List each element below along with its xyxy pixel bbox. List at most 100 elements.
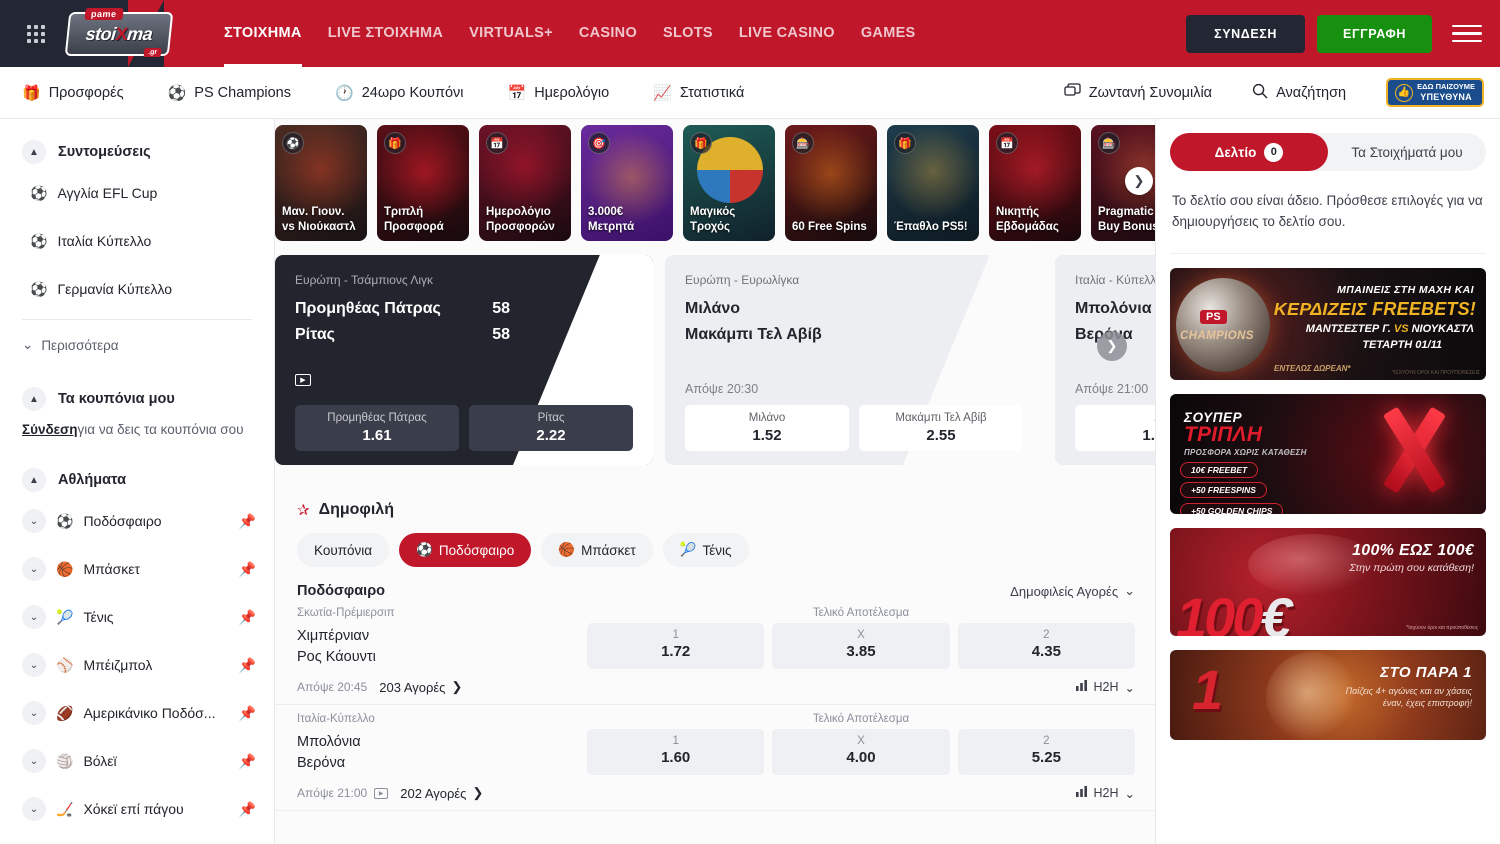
sidebar-item-italy-cup[interactable]: ⚽ Ιταλία Κύπελλο (0, 217, 274, 265)
promo-tile-3[interactable]: 🎯 3.000€ Μετρητά (581, 125, 673, 241)
sidebar-sport-american-football[interactable]: ⌄ 🏈 Αμερικάνικο Ποδόσ... 📌 (0, 689, 274, 737)
chevron-down-icon[interactable]: ⌄ (22, 797, 46, 821)
american-football-icon: 🏈 (56, 705, 73, 722)
subnav-item-24h-coupon[interactable]: 🕐 24ωρο Κουπόνι (335, 84, 464, 102)
video-stream-icon[interactable]: ▶ (374, 788, 388, 799)
promo-banner-ps-champions[interactable]: PS CHAMPIONS ΜΠΑΙΝΕΙΣ ΣΤΗ ΜΑΧΗ ΚΑΙ ΚΕΡΔΙ… (1170, 268, 1486, 380)
promo-tile-5[interactable]: 🎰 60 Free Spins (785, 125, 877, 241)
promo-banner-super-triple[interactable]: ΣΟΥΠΕΡ ΤΡΙΠΛΗ ΠΡΟΣΦΟΡΑ ΧΩΡΙΣ ΚΑΤΑΘΕΣΗ 10… (1170, 394, 1486, 514)
betslip-tab-mybets[interactable]: Τα Στοιχήματά μου (1328, 133, 1486, 171)
banner2-line2: ΤΡΙΠΛΗ (1184, 423, 1262, 447)
chevron-down-icon[interactable]: ⌄ (22, 557, 46, 581)
event-odd-1-2[interactable]: 2 5.25 (958, 729, 1135, 775)
subnav-item-statistics[interactable]: 📈 Στατιστικά (653, 84, 744, 102)
sidebar-section-my-coupons[interactable]: ▲ Τα κουπόνια μου (0, 382, 274, 416)
subnav-label-ps-champions: PS Champions (194, 85, 291, 101)
hamburger-menu-icon[interactable] (1452, 25, 1482, 43)
event-odd-0-1[interactable]: 1 1.72 (587, 623, 764, 669)
register-button[interactable]: ΕΓΓΡΑΦΗ (1317, 15, 1432, 53)
sidebar-item-germany-cup[interactable]: ⚽ Γερμανία Κύπελλο (0, 265, 274, 313)
featured-odd-1-0[interactable]: Μιλάνο 1.52 (685, 405, 849, 451)
pin-icon[interactable]: 📌 (239, 513, 256, 530)
promo-banner-sto-para-1[interactable]: 1 ΣΤΟ ΠΑΡΑ 1 Παίζεις 4+ αγώνες και αν χά… (1170, 650, 1486, 740)
featured-competition-1: Ευρώπη - Ευρωλίγκα (685, 273, 1023, 287)
search-button[interactable]: Αναζήτηση (1252, 83, 1346, 103)
nav-item-stoixima[interactable]: ΣΤΟΙΧΗΜΑ (224, 0, 302, 67)
tab-basketball[interactable]: 🏀 Μπάσκετ (541, 533, 652, 567)
responsible-gaming-badge[interactable]: 👍 ΕΔΩ ΠΑΙΖΟΥΜΕ ΥΠΕΥΘΥΝΑ (1386, 78, 1484, 107)
live-chat-button[interactable]: Ζωντανή Συνομιλία (1064, 83, 1212, 102)
pin-icon[interactable]: 📌 (239, 609, 256, 626)
sidebar-more-button[interactable]: ⌄ Περισσότερα (0, 326, 274, 364)
event-markets-link-1[interactable]: 202 Αγορές ❯ (400, 785, 483, 801)
pin-icon[interactable]: 📌 (239, 753, 256, 770)
chevron-down-icon[interactable]: ⌄ (22, 605, 46, 629)
promo-tile-6[interactable]: 🎁 Έπαθλο PS5! (887, 125, 979, 241)
pin-icon[interactable]: 📌 (239, 657, 256, 674)
featured-odd-1-1[interactable]: Μακάμπι Τελ Αβίβ 2.55 (859, 405, 1023, 451)
featured-match-0[interactable]: Ευρώπη - Τσάμπιονς Λιγκ Προμηθέας Πάτρας… (275, 255, 653, 465)
sidebar-sport-ice-hockey[interactable]: ⌄ 🏒 Χόκεϊ επί πάγου 📌 (0, 785, 274, 833)
apps-grid-icon[interactable] (14, 25, 58, 43)
chevron-down-icon[interactable]: ⌄ (22, 653, 46, 677)
promo-title-6: Έπαθλο PS5! (894, 220, 972, 234)
nav-item-games[interactable]: GAMES (861, 0, 916, 67)
subnav-item-offers[interactable]: 🎁 Προσφορές (22, 84, 124, 102)
chevron-down-icon[interactable]: ⌄ (22, 701, 46, 725)
featured-odd-2-0[interactable]: 1 1.60 (1075, 405, 1155, 451)
pin-icon[interactable]: 📌 (239, 801, 256, 818)
featured-odd-0-0[interactable]: Προμηθέας Πάτρας 1.61 (295, 405, 459, 451)
nav-item-casino[interactable]: CASINO (579, 0, 637, 67)
promo-tile-1[interactable]: 🎁 Τριπλή Προσφορά (377, 125, 469, 241)
login-button[interactable]: ΣΥΝΔΕΣΗ (1186, 15, 1305, 53)
event-odd-0-2[interactable]: 2 4.35 (958, 623, 1135, 669)
coupons-login-link[interactable]: Σύνδεση (22, 422, 78, 437)
video-stream-icon[interactable]: ▶ (295, 374, 311, 386)
chevron-down-icon[interactable]: ⌄ (22, 509, 46, 533)
nav-item-live-stoixima[interactable]: LIVE ΣΤΟΙΧΗΜΑ (328, 0, 443, 67)
nav-item-virtuals[interactable]: VIRTUALS+ (469, 0, 553, 67)
site-logo[interactable]: pame stoiXma .gr (66, 10, 172, 58)
betslip-tab-slip[interactable]: Δελτίο 0 (1170, 133, 1328, 171)
sidebar-sport-volleyball[interactable]: ⌄ 🏐 Βόλεϊ 📌 (0, 737, 274, 785)
featured-match-2[interactable]: Ιταλία - Κύπελλο Μπολόνια Βερόνα Απόψε 2… (1055, 255, 1155, 465)
event-odd-1-x[interactable]: X 4.00 (772, 729, 949, 775)
tab-coupons[interactable]: Κουπόνια (297, 533, 389, 567)
event-h2h-0[interactable]: H2H ⌄ (1076, 680, 1136, 695)
featured-carousel-next-button[interactable]: ❯ (1097, 331, 1127, 361)
event-odd-0-x[interactable]: X 3.85 (772, 623, 949, 669)
event-odd-1-1[interactable]: 1 1.60 (587, 729, 764, 775)
promo-tile-4[interactable]: 🎁 Μαγικός Τροχός (683, 125, 775, 241)
promo-tile-0[interactable]: ⚽ Μαν. Γιουν. vs Νιούκαστλ (275, 125, 367, 241)
markets-dropdown[interactable]: Δημοφιλείς Αγορές ⌄ (1010, 583, 1135, 599)
bar-chart-icon (1076, 786, 1088, 800)
tab-tennis[interactable]: 🎾 Τένις (663, 533, 749, 567)
featured-match-1[interactable]: Ευρώπη - Ευρωλίγκα Μιλάνο Μακάμπι Τελ Αβ… (665, 255, 1043, 465)
subnav-item-ps-champions[interactable]: ⚽ PS Champions (168, 84, 291, 102)
event-row-0[interactable]: Σκωτία-Πρέμιερσιπ Χιμπέρνιαν Ρος Κάουντι… (275, 599, 1155, 705)
odd-key-0-1: 1 (591, 629, 760, 641)
promo-tile-2[interactable]: 📅 Ημερολόγιο Προσφορών (479, 125, 571, 241)
promo-carousel-next-button[interactable]: ❯ (1125, 167, 1153, 195)
promo-tile-7[interactable]: 📅 Νικητής Εβδομάδας (989, 125, 1081, 241)
pin-icon[interactable]: 📌 (239, 705, 256, 722)
sidebar-sport-baseball[interactable]: ⌄ ⚾ Μπέιζμπολ 📌 (0, 641, 274, 689)
sidebar-item-efl-cup[interactable]: ⚽ Αγγλία EFL Cup (0, 169, 274, 217)
tab-football[interactable]: ⚽ Ποδόσφαιρο (399, 533, 531, 567)
chevron-down-icon[interactable]: ⌄ (22, 749, 46, 773)
subnav-item-calendar[interactable]: 📅 Ημερολόγιο (508, 84, 610, 102)
pin-icon[interactable]: 📌 (239, 561, 256, 578)
nav-item-live-casino[interactable]: LIVE CASINO (739, 0, 835, 67)
sidebar-sport-tennis[interactable]: ⌄ 🎾 Τένις 📌 (0, 593, 274, 641)
sidebar-sport-football[interactable]: ⌄ ⚽ Ποδόσφαιρο 📌 (0, 497, 274, 545)
shortcuts-title: Συντομεύσεις (58, 144, 151, 160)
sidebar-sport-basketball[interactable]: ⌄ 🏀 Μπάσκετ 📌 (0, 545, 274, 593)
promo-banner-welcome-bonus[interactable]: 100€ 100% ΕΩΣ 100€ Στην πρώτη σου κατάθε… (1170, 528, 1486, 636)
sidebar-section-sports[interactable]: ▲ Αθλήματα (0, 463, 274, 497)
sidebar-section-shortcuts[interactable]: ▲ Συντομεύσεις (0, 135, 274, 169)
event-row-1[interactable]: Ιταλία-Κύπελλο Μπολόνια Βερόνα Τελικό Απ… (275, 705, 1155, 811)
event-h2h-1[interactable]: H2H ⌄ (1076, 786, 1136, 801)
nav-item-slots[interactable]: SLOTS (663, 0, 713, 67)
featured-odd-0-1[interactable]: Ρίτας 2.22 (469, 405, 633, 451)
event-markets-link-0[interactable]: 203 Αγορές ❯ (379, 679, 462, 695)
